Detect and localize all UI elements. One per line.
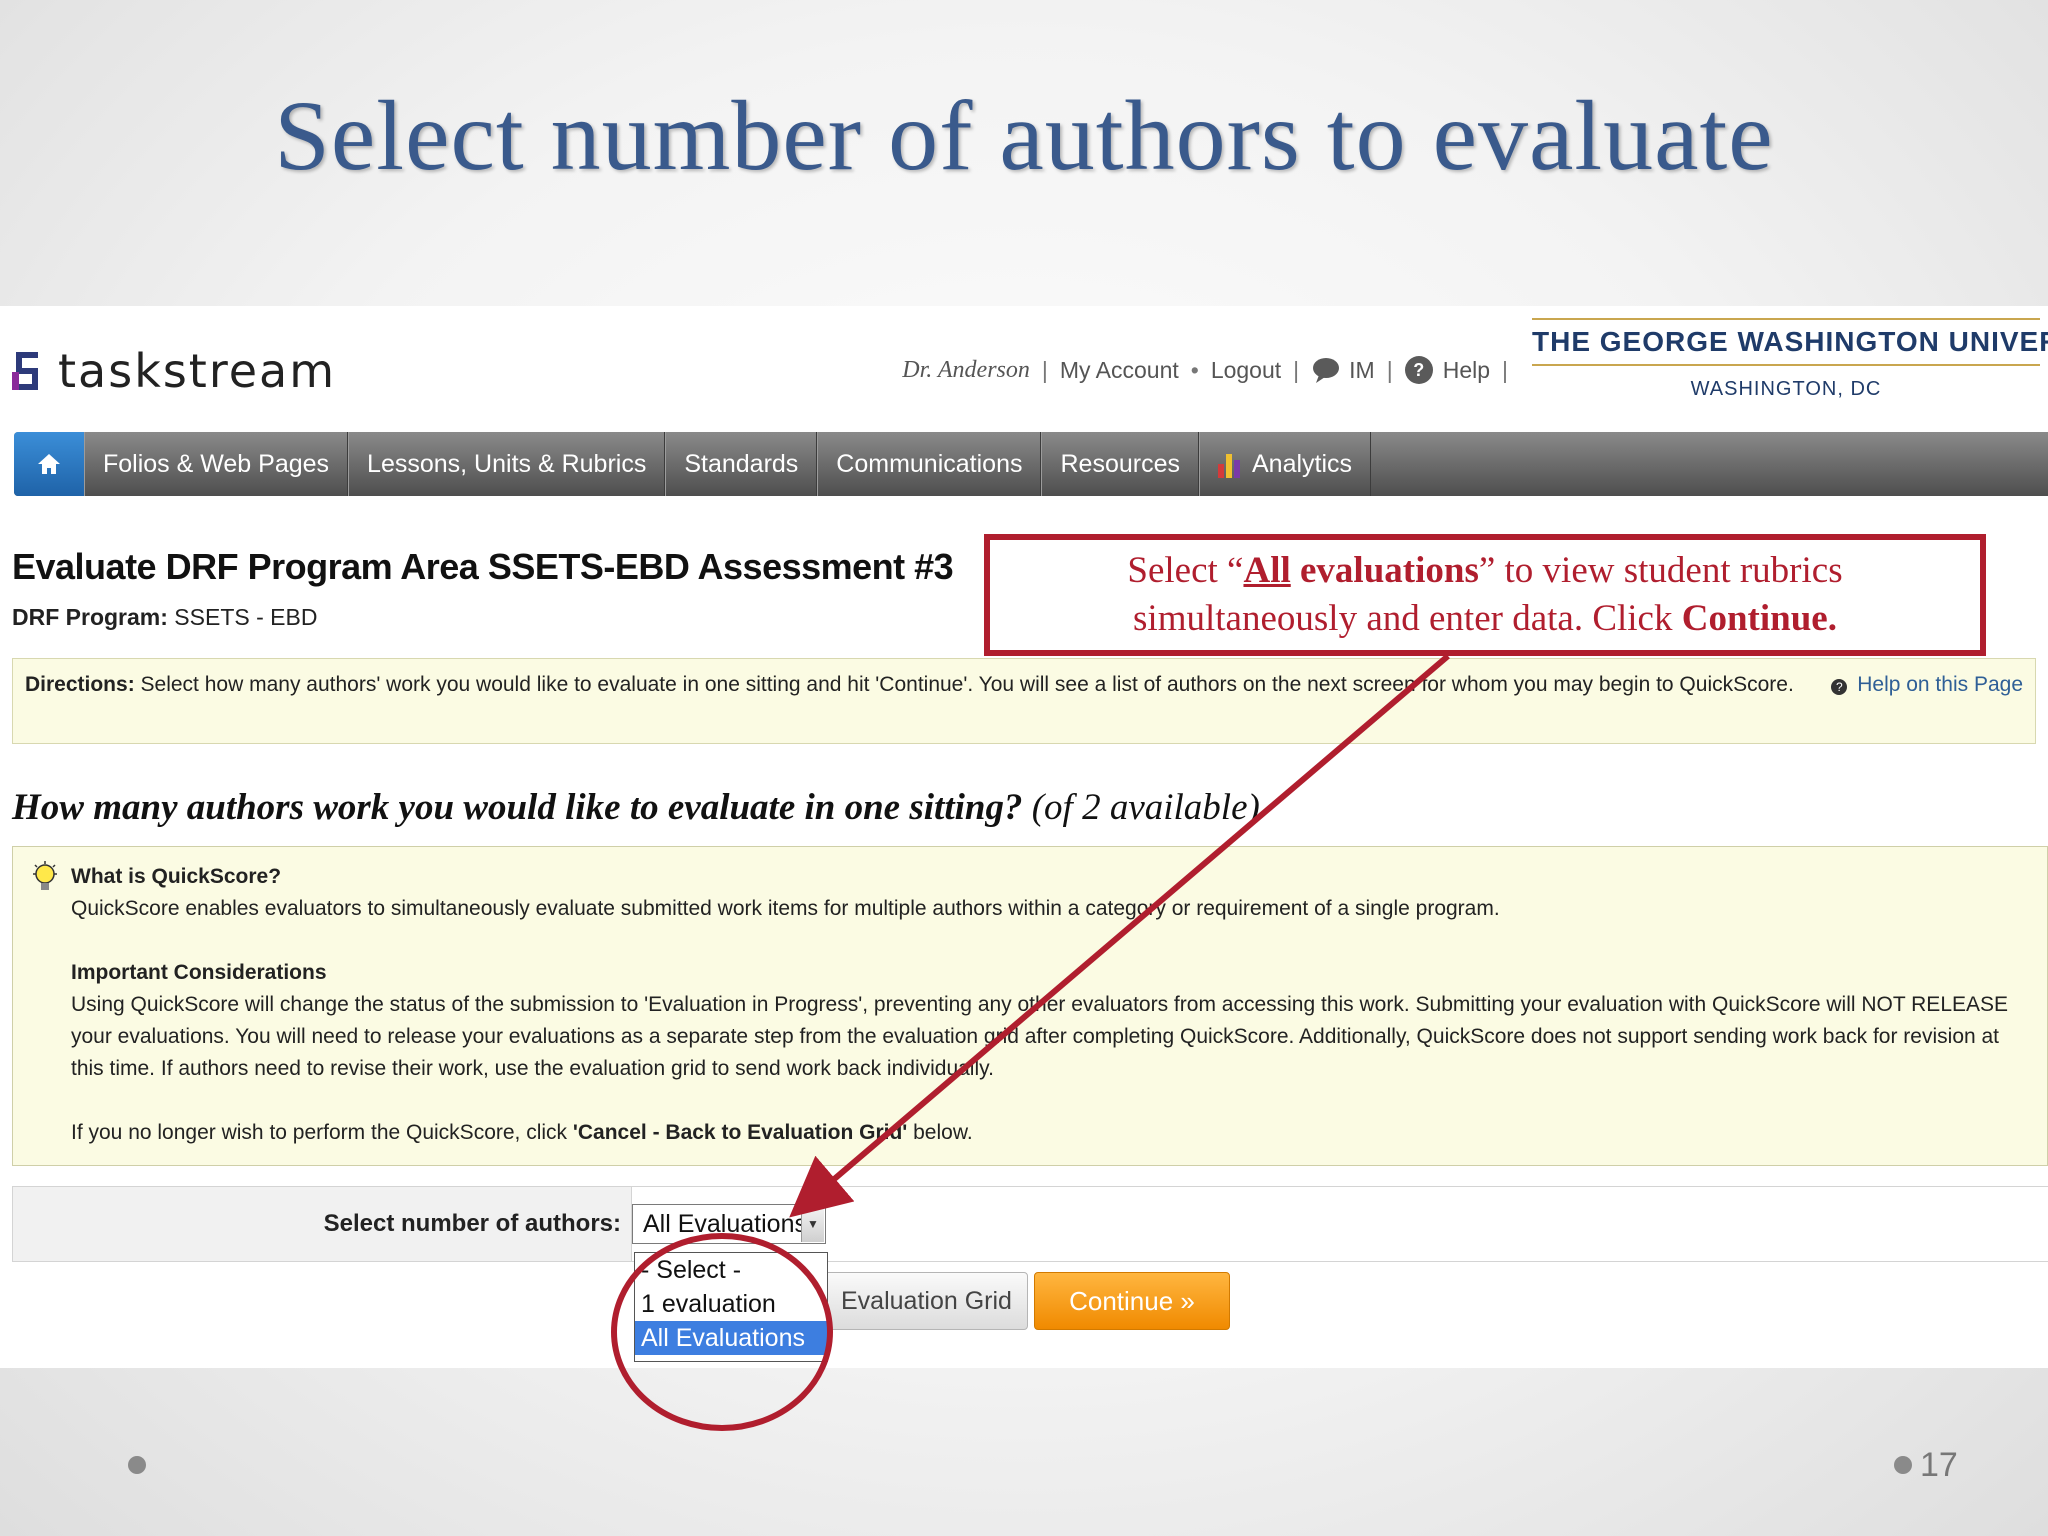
logo-text: taskstream <box>58 344 337 398</box>
dropdown-arrow-icon: ▼ <box>801 1206 824 1242</box>
home-icon <box>36 452 62 476</box>
home-button[interactable] <box>14 432 84 496</box>
continue-button[interactable]: Continue » <box>1034 1272 1230 1330</box>
quickscore-info-box: What is QuickScore? QuickScore enables e… <box>12 846 2048 1166</box>
select-authors-row: Select number of authors: <box>12 1186 2048 1262</box>
quickscore-heading: What is QuickScore? <box>71 865 282 888</box>
taskstream-logo-icon <box>12 348 42 394</box>
option-all-evaluations[interactable]: All Evaluations <box>635 1321 827 1355</box>
lightbulb-icon <box>31 861 59 902</box>
authors-select[interactable]: All Evaluations ▼ <box>632 1204 826 1244</box>
im-link[interactable]: IM <box>1311 356 1375 384</box>
my-account-link[interactable]: My Account <box>1060 357 1179 384</box>
nav-lessons[interactable]: Lessons, Units & Rubrics <box>348 432 666 496</box>
bullet-dot-right <box>1894 1456 1912 1474</box>
bullet-dot-left <box>128 1456 146 1474</box>
nav-communications[interactable]: Communications <box>817 432 1042 496</box>
university-logo: THE GEORGE WASHINGTON UNIVERSITY WASHING… <box>1532 318 2048 401</box>
university-location: WASHINGTON, DC <box>1690 378 1882 400</box>
slide-title: Select number of authors to evaluate <box>274 80 1774 191</box>
instruction-callout: Select “All evaluations” to view student… <box>984 534 1986 656</box>
cancel-instructions: If you no longer wish to perform the Qui… <box>71 1121 973 1144</box>
user-name: Dr. Anderson <box>902 356 1030 383</box>
considerations-heading: Important Considerations <box>71 961 327 984</box>
authors-options-list: - Select - 1 evaluation All Evaluations <box>634 1252 828 1362</box>
logout-link[interactable]: Logout <box>1211 357 1281 384</box>
directions-label: Directions: <box>25 673 135 696</box>
question-heading: How many authors work you would like to … <box>12 787 1260 828</box>
program-info: DRF Program: SSETS - EBD <box>12 604 318 630</box>
help-on-page-link[interactable]: ? Help on this Page <box>1831 669 2023 701</box>
university-name: THE GEORGE WASHINGTON UNIVERSITY <box>1532 318 2048 366</box>
nav-folios[interactable]: Folios & Web Pages <box>84 432 349 496</box>
slide-number: 17 <box>1920 1446 1958 1484</box>
help-link[interactable]: ? Help <box>1404 356 1490 384</box>
nav-analytics[interactable]: Analytics <box>1198 432 1372 496</box>
bar-chart-icon <box>1217 450 1242 478</box>
directions-text: Select how many authors' work you would … <box>140 673 1794 696</box>
help-icon: ? <box>1404 356 1433 384</box>
quickscore-description: QuickScore enables evaluators to simulta… <box>71 897 1500 920</box>
taskstream-screenshot: taskstream Dr. Anderson | My Account • L… <box>0 306 2048 1368</box>
chat-bubble-icon <box>1311 356 1341 384</box>
taskstream-logo[interactable]: taskstream <box>12 344 337 398</box>
help-icon: ? <box>1831 679 1848 695</box>
nav-standards[interactable]: Standards <box>665 432 818 496</box>
select-authors-label: Select number of authors: <box>323 1210 621 1237</box>
directions-box: Directions: Select how many authors' wor… <box>12 658 2036 744</box>
selected-value: All Evaluations <box>643 1210 807 1238</box>
nav-resources[interactable]: Resources <box>1041 432 1199 496</box>
main-nav: Folios & Web Pages Lessons, Units & Rubr… <box>14 432 2048 496</box>
page-title: Evaluate DRF Program Area SSETS-EBD Asse… <box>12 546 954 587</box>
user-links: Dr. Anderson | My Account • Logout | IM … <box>902 356 1508 384</box>
option-1-evaluation[interactable]: 1 evaluation <box>635 1287 827 1321</box>
considerations-text: Using QuickScore will change the status … <box>71 993 2009 1080</box>
option-select[interactable]: - Select - <box>635 1253 827 1287</box>
